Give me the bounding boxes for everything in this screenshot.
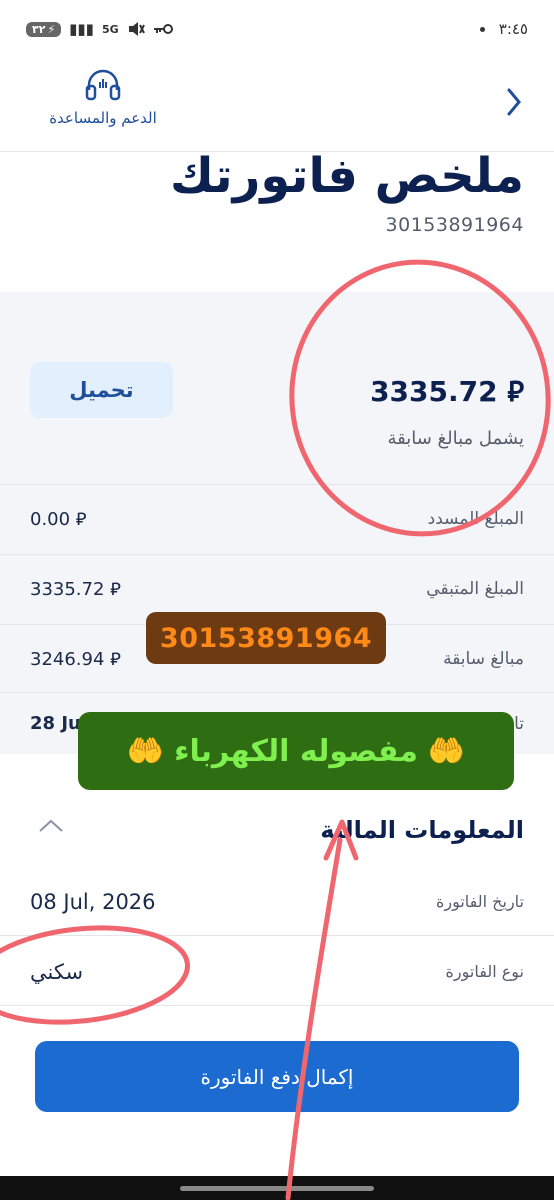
chevron-up-icon[interactable] [38,818,64,834]
network-label: 5G [101,22,119,36]
paid-amount: 0.00 ⃁ [30,509,87,530]
key-icon [153,24,173,34]
complete-payment-button[interactable]: إكمال دفع الفاتورة [35,1041,519,1112]
previous-amount: 3246.94 ⃁ [30,649,121,670]
bill-date-label: تاريخ الفاتورة [435,892,524,911]
praying-hands-icon: 🤲 [427,733,466,769]
signal-icon: ▮▮▮ [69,20,94,38]
remaining-label: المبلغ المتبقي [426,578,524,599]
bill-date: 08 Jul, 2026 [30,889,156,914]
financial-info-section: المعلومات المالية 08 Jul, 2026 تاريخ الف… [0,792,554,1012]
financial-row: 08 Jul, 2026 تاريخ الفاتورة [0,868,554,936]
previous-label: مبالغ سابقة [443,648,524,669]
headset-icon [85,69,121,101]
system-nav-bar [0,1176,554,1200]
financial-info-title: المعلومات المالية [320,816,524,844]
battery-icon: ٣٢ ⚡ [26,21,62,37]
clock: ٣:٤٥ [498,20,528,38]
support-label: الدعم والمساعدة [49,109,157,127]
battery-level: ٣٢ [32,22,46,36]
bill-summary-card: 3335.72 ⃁ يشمل مبالغ سابقة تحميل 0.00 ⃁ … [0,292,554,754]
banner-text: مفصوله الكهرباء [174,733,418,769]
paid-label: المبلغ المسدد [427,508,524,529]
support-button[interactable]: الدعم والمساعدة [28,68,178,127]
status-icons: ٣٢ ⚡ ▮▮▮ 5G [26,20,173,38]
page-title: ملخص فاتورتك [169,148,524,204]
financial-row: سكني نوع الفاتورة [0,938,554,1006]
back-button[interactable] [502,84,526,120]
disconnected-banner: 🤲 مفصوله الكهرباء 🤲 [78,712,514,790]
total-note: يشمل مبالغ سابقة [387,428,524,449]
app-header: الدعم والمساعدة [0,60,554,152]
account-number: 30153891964 [385,214,524,236]
summary-row: 0.00 ⃁ المبلغ المسدد [0,484,554,552]
status-bar: ٣٢ ⚡ ▮▮▮ 5G ٣:٤٥ [0,0,554,58]
home-handle[interactable] [180,1186,374,1191]
due-date-label: تا [514,713,524,734]
download-button[interactable]: تحميل [30,362,173,418]
bill-type-label: نوع الفاتورة [445,962,524,981]
chevron-right-icon [507,88,521,116]
bill-type: سكني [30,959,84,984]
total-amount: 3335.72 ⃁ [370,375,524,408]
account-number-badge: 30153891964 [146,612,386,664]
notification-dot-icon [479,26,485,32]
remaining-amount: 3335.72 ⃁ [30,579,121,600]
mute-icon [128,22,145,36]
status-right: ٣:٤٥ [479,20,528,38]
praying-hands-icon: 🤲 [126,733,165,769]
